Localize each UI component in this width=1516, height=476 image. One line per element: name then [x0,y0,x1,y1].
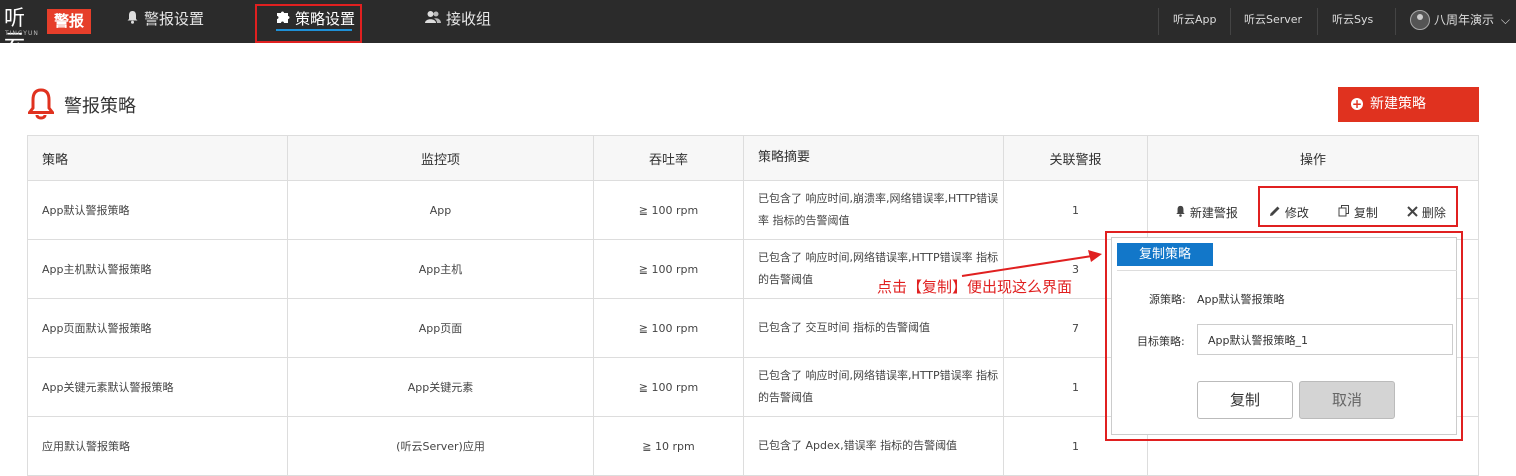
cell-throughput: ≧ 100 rpm [593,298,744,358]
nav-label: 接收组 [446,10,492,28]
column-header[interactable]: 策略摘要 [743,135,1004,181]
separator [1395,8,1396,35]
cell-throughput: ≧ 100 rpm [593,357,744,417]
nav-label: 警报设置 [144,10,205,28]
cell-strategy[interactable]: App页面默认警报策略 [27,298,288,358]
column-header[interactable]: 监控项 [287,135,594,181]
cell-strategy[interactable]: App主机默认警报策略 [27,239,288,299]
user-name: 八周年演示 [1434,13,1495,27]
annotation-highlight-ops [1258,186,1458,227]
chevron-down-icon: ⌵ [1500,13,1510,27]
annotation-highlight-nav [255,4,362,43]
annotation-text: 点击【复制】便出现这么界面 [877,278,1073,296]
cell-strategy[interactable]: App默认警报策略 [27,180,288,240]
cell-summary: 已包含了 响应时间,网络错误率,HTTP错误率 指标的告警阈值 [743,357,1004,417]
cell-summary: 已包含了 响应时间,崩溃率,网络错误率,HTTP错误率 指标的告警阈值 [743,180,1004,240]
new-strategy-button[interactable]: + 新建策略 [1338,87,1479,122]
logo-badge: 警报 [47,9,91,34]
cell-monitor: App关键元素 [287,357,594,417]
bell-icon [1175,205,1190,220]
column-header[interactable]: 策略 [27,135,288,181]
table-header-row: 策略 监控项 吞吐率 策略摘要 关联警报 操作 [27,135,1479,181]
cell-throughput: ≧ 100 rpm [593,180,744,240]
cell-throughput: ≧ 100 rpm [593,239,744,299]
cell-monitor: App [287,180,594,240]
column-header[interactable]: 吞吐率 [593,135,744,181]
column-header: 操作 [1147,135,1479,181]
cell-monitor: App页面 [287,298,594,358]
column-header[interactable]: 关联警报 [1003,135,1148,181]
nav-alert-settings[interactable]: 警报设置 [126,0,204,43]
nav-receive-groups[interactable]: 接收组 [425,0,491,43]
new-alert-label: 新建警报 [1189,206,1238,220]
cell-monitor: App主机 [287,239,594,299]
separator [1317,8,1318,35]
bell-icon [28,88,54,120]
bell-icon [126,1,139,39]
link-tingyun-server[interactable]: 听云Server [1244,0,1302,43]
annotation-highlight-dialog [1105,231,1463,441]
user-avatar[interactable] [1410,10,1430,30]
link-tingyun-sys[interactable]: 听云Sys [1332,0,1373,43]
plus-circle-icon: + [1351,97,1363,111]
cell-throughput: ≧ 10 rpm [593,416,744,476]
new-alert-button[interactable]: 新建警报 [1175,204,1238,222]
cell-strategy[interactable]: 应用默认警报策略 [27,416,288,476]
cell-monitor: (听云Server)应用 [287,416,594,476]
separator [1158,8,1159,35]
cell-summary: 已包含了 交互时间 指标的告警阈值 [743,298,1004,358]
cell-strategy[interactable]: App关键元素默认警报策略 [27,357,288,417]
link-tingyun-app[interactable]: 听云App [1173,0,1217,43]
separator [1230,8,1231,35]
page-title: 警报策略 [64,96,136,117]
top-navbar: 听云 TINGYUN 警报 警报设置 策略设置 接收组 听云App 听云Serv… [0,0,1516,54]
cell-summary: 已包含了 Apdex,错误率 指标的告警阈值 [743,416,1004,476]
logo-subtext: TINGYUN [5,30,39,37]
user-menu[interactable]: 八周年演示 ⌵ [1434,0,1510,43]
users-icon [425,1,441,39]
new-strategy-label: 新建策略 [1370,96,1426,112]
